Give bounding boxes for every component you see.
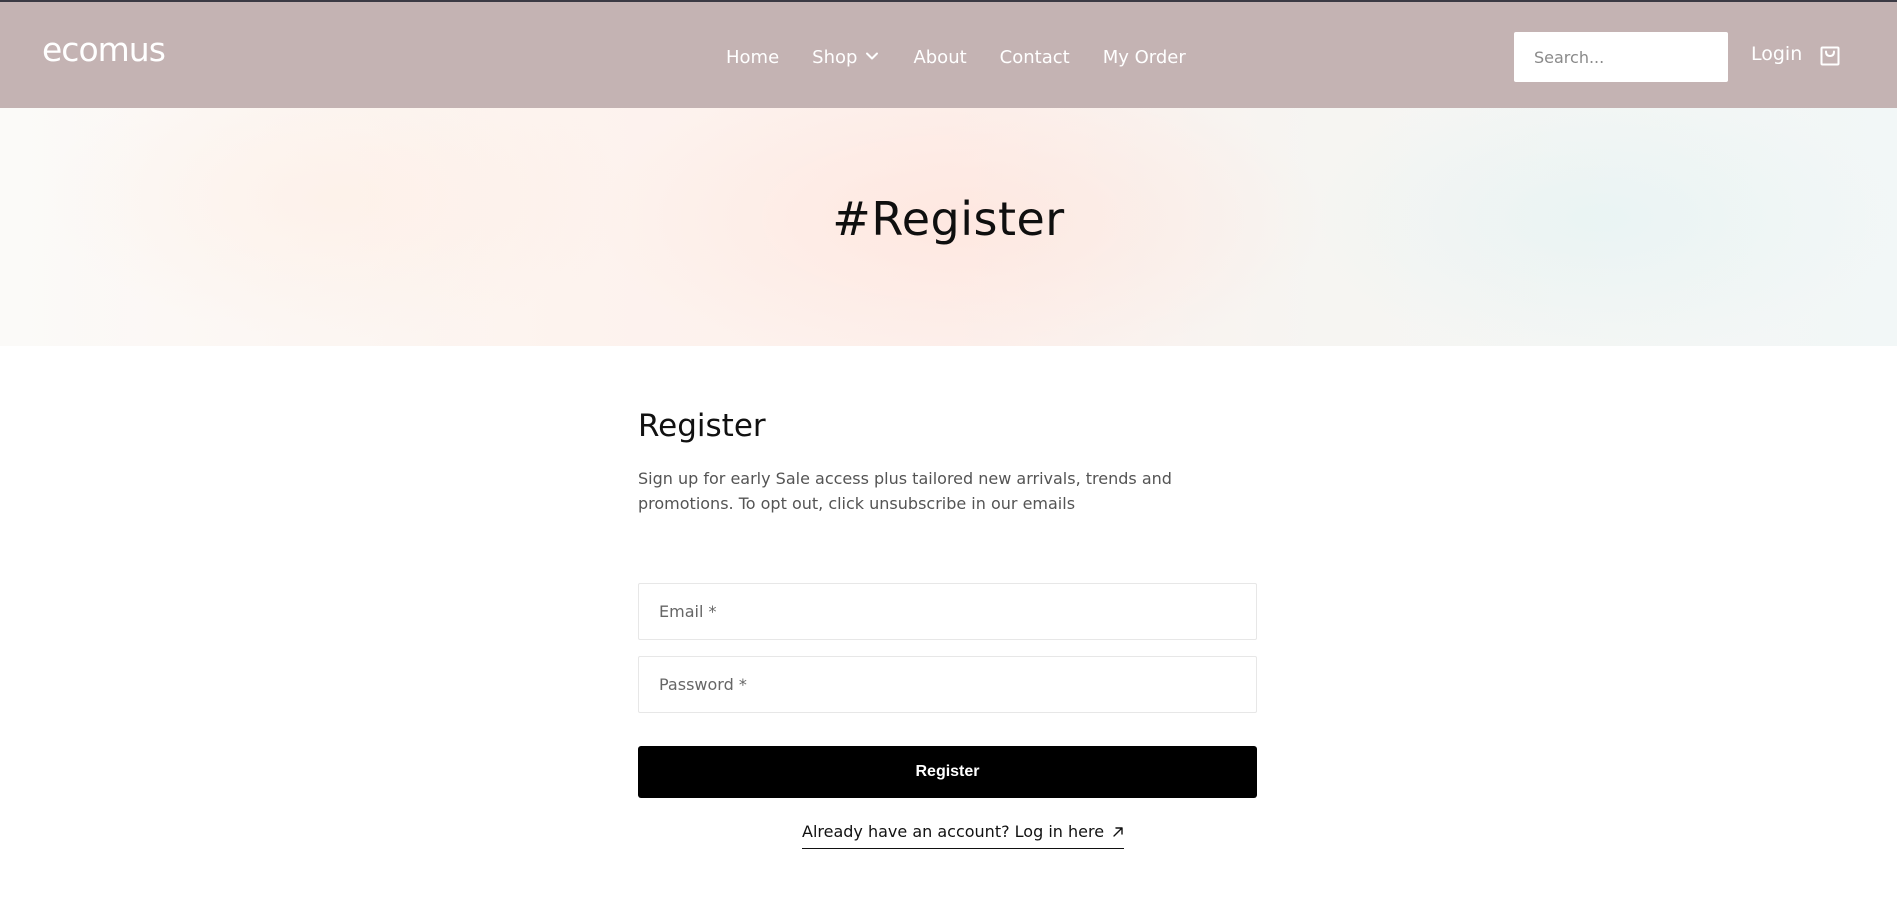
main-nav: Home Shop About Contact My Order [726,32,1186,82]
nav-item-label: About [913,46,967,68]
email-field[interactable] [638,583,1257,640]
site-header: ecomus Home Shop About Contact My Order … [0,0,1897,108]
nav-item-my-order[interactable]: My Order [1103,47,1186,68]
nav-item-about[interactable]: About [913,47,966,68]
form-description: Sign up for early Sale access plus tailo… [638,469,1172,513]
register-form-header: Register Sign up for early Sale access p… [638,404,1257,516]
password-field[interactable] [638,656,1257,713]
search-input[interactable] [1514,32,1728,82]
nav-item-home[interactable]: Home [726,47,779,68]
form-title: Register [638,408,766,444]
chevron-down-icon [866,52,879,59]
nav-item-label: Home [726,46,780,68]
login-here-label: Already have an account? Log in here [802,822,1105,841]
nav-item-label: Shop [812,46,858,68]
login-here-link[interactable]: Already have an account? Log in here [802,821,1125,849]
shopping-bag-icon[interactable] [1819,45,1841,67]
nav-item-contact[interactable]: Contact [1000,47,1070,68]
page-title: #Register [832,192,1065,246]
nav-item-label: My Order [1102,46,1186,68]
nav-item-shop[interactable]: Shop [812,47,880,68]
arrow-up-right-icon [1113,826,1123,837]
register-button[interactable]: Register [638,746,1257,798]
nav-item-label: Contact [999,46,1070,68]
login-link[interactable]: Login [1751,43,1802,65]
page-hero: #Register [0,108,1897,346]
site-logo[interactable]: ecomus [42,32,166,68]
